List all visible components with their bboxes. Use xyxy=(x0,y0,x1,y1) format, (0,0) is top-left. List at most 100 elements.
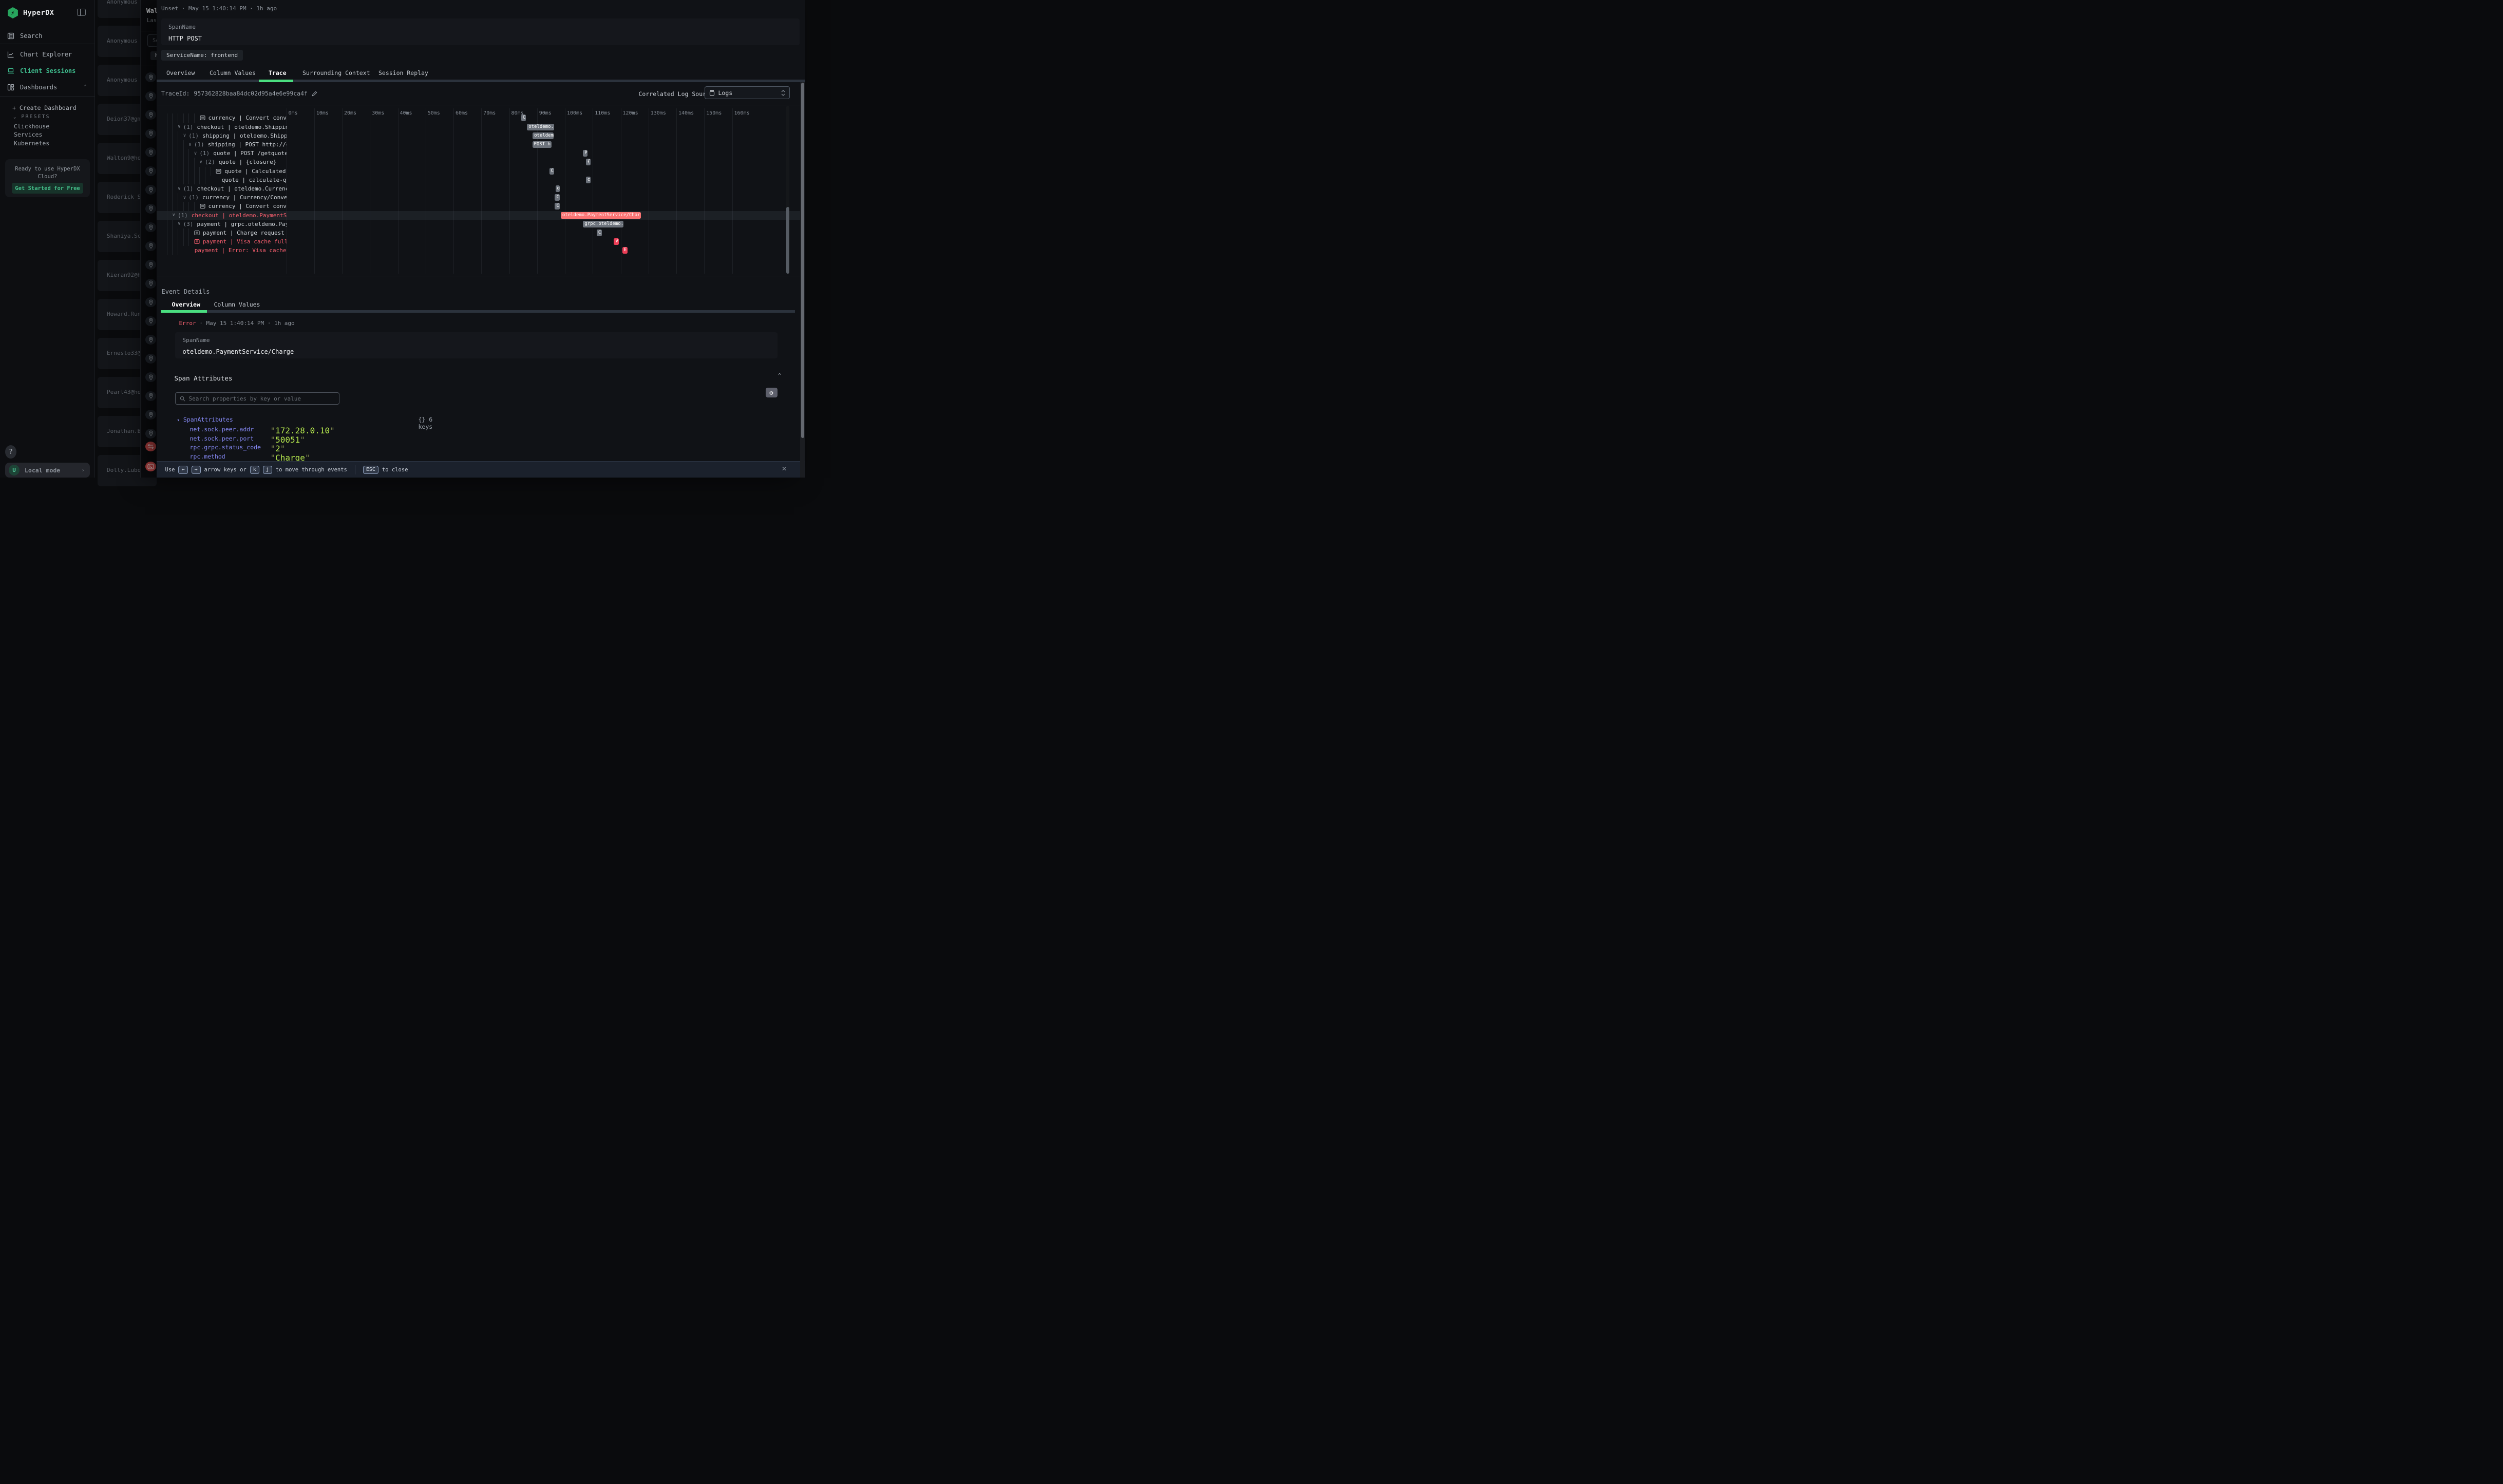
span-bar[interactable]: C xyxy=(597,230,602,236)
trace-waterfall[interactable]: 0ms10ms20ms30ms40ms50ms60ms70ms80ms90ms1… xyxy=(157,106,806,274)
attribute-value[interactable]: "50051" xyxy=(271,435,305,445)
sidebar-item-client-sessions[interactable]: Client Sessions xyxy=(0,64,95,78)
chevron-down-icon[interactable]: ∨ xyxy=(200,160,202,165)
sidebar-item-search[interactable]: Search xyxy=(0,29,95,43)
span-bar[interactable]: oteldem xyxy=(533,132,554,139)
span-tree-label[interactable]: quote | Calculated q… xyxy=(157,167,287,176)
tab-trace[interactable]: Trace xyxy=(269,69,287,77)
span-tree-label[interactable]: ∨(1)shipping | POST http://quo… xyxy=(157,140,287,149)
span-tree-label[interactable]: currency | Convert convers… xyxy=(157,202,287,211)
waterfall-row[interactable]: ∨(1)checkout | oteldemo.PaymentServi… ote… xyxy=(157,211,806,220)
span-tree-label[interactable]: ∨(3)payment | grpc.oteldemo.Paymen… xyxy=(157,220,287,229)
location-pin-badge[interactable] xyxy=(145,391,156,401)
gear-icon[interactable]: ⚙ xyxy=(766,388,778,397)
log-source-select[interactable]: Logs xyxy=(705,86,790,99)
waterfall-row[interactable]: currency | Convert convers… C xyxy=(157,113,806,122)
attributes-root-row[interactable]: ▾ SpanAttributes {} 6 keys xyxy=(177,416,233,423)
edit-pencil-icon[interactable] xyxy=(312,91,317,97)
waterfall-row[interactable]: ∨(1)currency | Currency/Convert C xyxy=(157,193,806,202)
attribute-value[interactable]: "172.28.0.10" xyxy=(271,426,335,435)
service-chip[interactable]: ServiceName: frontend xyxy=(161,50,243,61)
chevron-up-icon[interactable]: ⌃ xyxy=(84,84,87,90)
presets-header[interactable]: ⌄ PRESETS xyxy=(13,114,50,120)
close-icon[interactable]: ✕ xyxy=(782,464,787,473)
span-tree-label[interactable]: ∨(1)shipping | oteldemo.Shipping… xyxy=(157,131,287,140)
sidebar-item-chart-explorer[interactable]: Chart Explorer xyxy=(0,48,95,61)
span-bar[interactable]: POST h xyxy=(533,141,552,148)
span-tree-label[interactable]: ∨(2)quote | {closure} xyxy=(157,158,287,166)
sidebar-preset-item[interactable]: Kubernetes xyxy=(14,140,49,147)
location-pin-badge[interactable] xyxy=(145,129,156,139)
location-pin-badge[interactable] xyxy=(145,241,156,251)
scrollbar-thumb[interactable] xyxy=(786,207,789,274)
span-bar[interactable]: C xyxy=(555,203,560,210)
chevron-down-icon[interactable]: ∨ xyxy=(173,213,175,218)
attributes-search-input[interactable]: Search properties by key or value xyxy=(175,392,339,405)
help-button[interactable]: ? xyxy=(5,445,16,459)
span-tree-label[interactable]: payment | Charge request rec… xyxy=(157,229,287,237)
chevron-down-icon[interactable]: ∨ xyxy=(178,186,180,192)
waterfall-row[interactable]: ∨(1)shipping | POST http://quo… POST h xyxy=(157,140,806,149)
span-bar[interactable]: C xyxy=(521,115,526,121)
waterfall-row[interactable]: quote | Calculated q… C xyxy=(157,167,806,176)
waterfall-row[interactable]: ∨(1)checkout | oteldemo.ShippingSe… oteld… xyxy=(157,123,806,131)
span-bar[interactable]: c xyxy=(586,177,591,183)
span-bar[interactable]: o xyxy=(556,185,560,192)
span-bar-error[interactable]: E xyxy=(622,247,628,254)
logo[interactable]: ⚡ HyperDX xyxy=(7,7,54,19)
chevron-down-icon[interactable]: ∨ xyxy=(183,133,186,138)
chevron-down-icon[interactable]: ∨ xyxy=(183,195,186,200)
event-tab-overview[interactable]: Overview xyxy=(172,301,200,308)
waterfall-row[interactable]: payment | Charge request rec… C xyxy=(157,229,806,237)
tab-surrounding-context[interactable]: Surrounding Context xyxy=(302,69,370,77)
span-tree-label[interactable]: payment | Visa cache full: c… xyxy=(157,237,287,246)
chevron-down-icon[interactable]: ∨ xyxy=(178,221,180,226)
tab-overview[interactable]: Overview xyxy=(166,69,195,77)
local-mode-menu[interactable]: U Local mode › xyxy=(5,463,90,478)
attribute-key[interactable]: rpc.method xyxy=(190,453,225,460)
create-dashboard-button[interactable]: + Create Dashboard xyxy=(12,104,77,111)
waterfall-row[interactable]: ∨(2)quote | {closure}{ xyxy=(157,158,806,166)
session-search-input[interactable]: Sea xyxy=(147,34,157,47)
sidebar-preset-item[interactable]: Clickhouse xyxy=(14,123,49,130)
span-bar-error[interactable]: oteldemo.PaymentService/Char xyxy=(561,212,641,219)
location-pin-badge[interactable] xyxy=(145,204,156,214)
span-bar[interactable]: P xyxy=(583,150,587,157)
location-pin-badge[interactable] xyxy=(145,166,156,176)
attribute-key[interactable]: net.sock.peer.addr xyxy=(190,426,254,433)
span-tree-label[interactable]: ∨(1)checkout | oteldemo.ShippingSe… xyxy=(157,123,287,131)
waterfall-row[interactable]: ∨(1)quote | POST /getquote P xyxy=(157,149,806,158)
span-tree-label[interactable]: ∨(1)currency | Currency/Convert xyxy=(157,193,287,202)
sidebar-collapse-icon[interactable] xyxy=(77,9,86,16)
waterfall-row[interactable]: ∨(3)payment | grpc.oteldemo.Paymen… grpc.… xyxy=(157,220,806,229)
waterfall-row[interactable]: payment | Visa cache full: c… V xyxy=(157,237,806,246)
terminal-event-badge[interactable] xyxy=(145,462,156,471)
waterfall-row[interactable]: ∨(1)checkout | oteldemo.CurrencySe…o xyxy=(157,184,806,193)
get-started-button[interactable]: Get Started for Free xyxy=(12,183,83,194)
location-pin-badge[interactable] xyxy=(145,91,156,101)
span-bar[interactable]: grpc.oteldemo. xyxy=(583,221,623,227)
location-pin-badge[interactable] xyxy=(145,316,156,326)
location-pin-badge[interactable] xyxy=(145,279,156,289)
span-tree-label[interactable]: quote | calculate-quote xyxy=(157,176,287,184)
collapse-section-icon[interactable]: ⌃ xyxy=(778,372,782,379)
span-bar[interactable]: C xyxy=(549,168,555,175)
span-bar[interactable]: oteldemo. xyxy=(527,124,554,130)
sidebar-preset-item[interactable]: Services xyxy=(14,131,42,138)
location-pin-badge[interactable] xyxy=(145,429,156,439)
chevron-down-icon[interactable]: ∨ xyxy=(178,124,180,129)
sidebar-item-dashboards[interactable]: Dashboards ⌃ xyxy=(0,81,95,94)
tab-column-values[interactable]: Column Values xyxy=(210,69,256,77)
waterfall-row[interactable]: payment | Error: Visa cache ful… E xyxy=(157,246,806,255)
session-filter-button[interactable]: H xyxy=(150,51,157,60)
span-tree-label[interactable]: ∨(1)checkout | oteldemo.PaymentServi… xyxy=(157,211,287,220)
span-tree-label[interactable]: payment | Error: Visa cache ful… xyxy=(157,246,287,255)
span-tree-label[interactable]: currency | Convert convers… xyxy=(157,113,287,122)
span-bar-error[interactable]: V xyxy=(614,238,619,245)
tab-session-replay[interactable]: Session Replay xyxy=(378,69,428,77)
swap-event-badge[interactable] xyxy=(145,442,156,451)
attribute-key[interactable]: net.sock.peer.port xyxy=(190,435,254,442)
scrollbar-thumb[interactable] xyxy=(801,83,804,438)
span-tree-label[interactable]: ∨(1)quote | POST /getquote xyxy=(157,149,287,158)
span-bar[interactable]: C xyxy=(555,194,559,201)
